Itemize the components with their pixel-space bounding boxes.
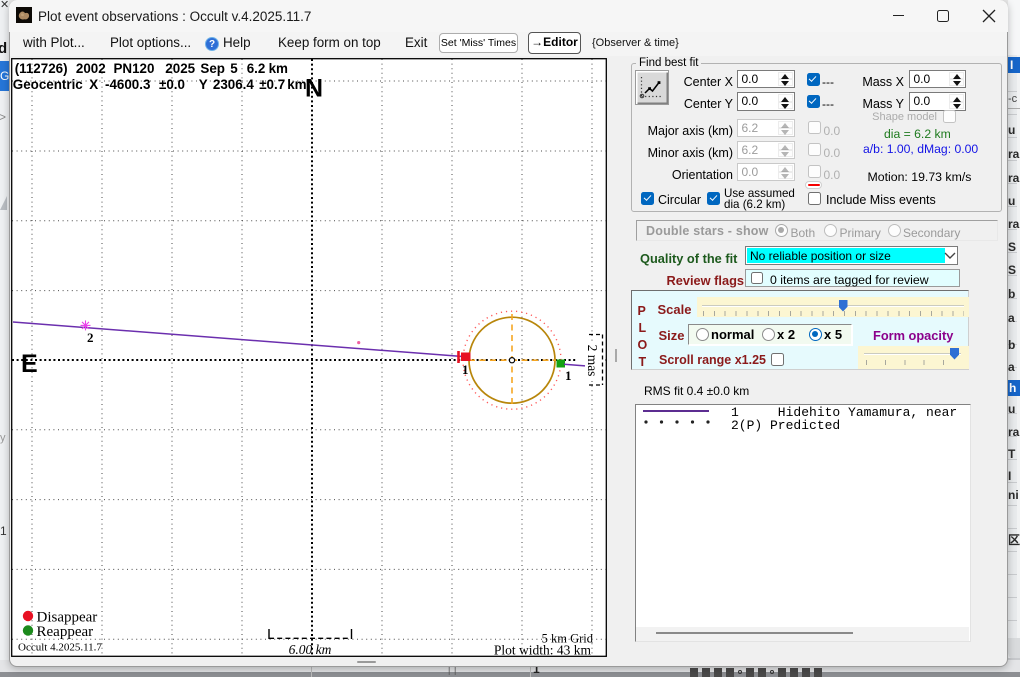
svg-text:N: N	[305, 74, 323, 102]
svg-text:1: 1	[462, 362, 469, 377]
svg-text:Plot width: 43 km: Plot width: 43 km	[494, 643, 592, 658]
svg-text:6.00 km: 6.00 km	[289, 642, 332, 657]
svg-text:Occult 4.2025.11.7: Occult 4.2025.11.7	[18, 642, 102, 654]
svg-text:1: 1	[565, 368, 572, 383]
svg-text:2: 2	[87, 330, 94, 345]
svg-text:GeocentricX-4600.3±0.0Y2306.4±: GeocentricX-4600.3±0.0Y2306.4±0.7km	[13, 77, 307, 92]
svg-text:Reappear: Reappear	[37, 624, 94, 640]
svg-text:(112726)2002PN1202025Sep56.2km: (112726)2002PN1202025Sep56.2km	[15, 61, 288, 76]
svg-text:E: E	[21, 350, 38, 378]
svg-text:2 mas: 2 mas	[585, 345, 600, 377]
